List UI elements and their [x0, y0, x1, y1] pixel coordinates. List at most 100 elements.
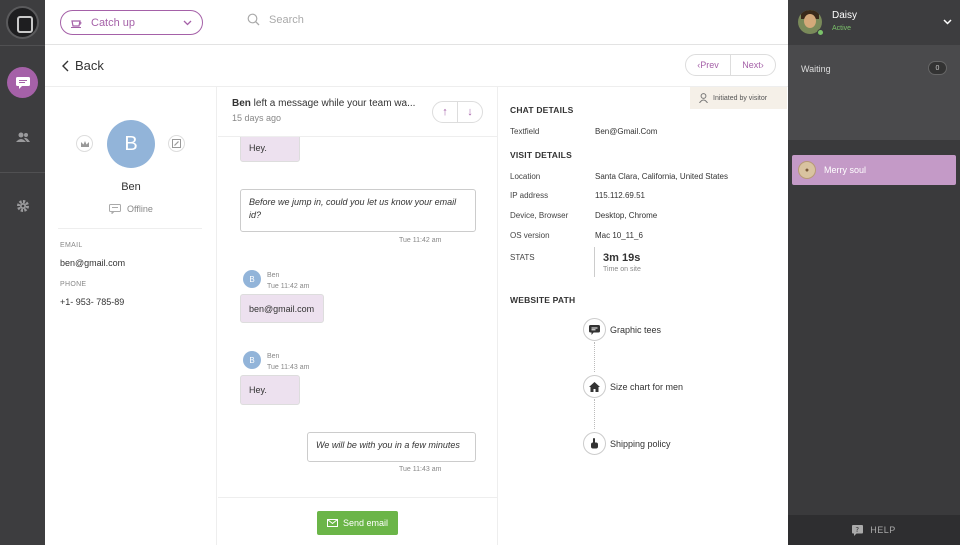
chat-message: Hey.: [240, 375, 300, 405]
coffee-cup-icon: [71, 19, 82, 28]
chat-bubble-icon: [15, 76, 30, 89]
chat-header: Ben left a message while your team wa...…: [218, 87, 497, 137]
back-button[interactable]: Back: [62, 58, 104, 73]
agent-header[interactable]: Daisy Active: [788, 0, 960, 45]
chat-details-title: CHAT DETAILS: [510, 105, 574, 115]
chat-header-title: Ben left a message while your team wa...: [232, 98, 420, 109]
location-value: Santa Clara, California, United States: [595, 172, 728, 181]
waiting-label: Waiting: [801, 64, 831, 74]
agent-panel: Daisy Active Waiting 0 ● Merry soul ? HE…: [788, 0, 960, 545]
back-button-label: Back: [75, 58, 104, 73]
status-dropdown[interactable]: Catch up: [60, 10, 203, 35]
time-on-site-value: 3m 19s: [603, 252, 641, 264]
visitor-details: Initiated by visitor CHAT DETAILS Textfi…: [499, 87, 788, 545]
next-button[interactable]: Next ›: [731, 55, 775, 75]
path-step: [583, 432, 606, 455]
message-time: Tue 11:42 am: [267, 283, 310, 290]
rail-divider: [0, 45, 45, 46]
message-time: Tue 11:42 am: [399, 237, 442, 244]
time-on-site-label: Time on site: [603, 266, 641, 273]
gear-icon: [16, 199, 29, 212]
crown-icon: [80, 140, 89, 147]
search-icon: [247, 13, 260, 26]
message-time: Tue 11:43 am: [267, 364, 310, 371]
chat-message: ben@gmail.com: [240, 294, 324, 323]
avatar-face: [804, 14, 816, 28]
left-rail: [0, 0, 45, 545]
location-key: Location: [510, 172, 541, 181]
edit-profile-button[interactable]: [168, 135, 185, 152]
visit-details-title: VISIT DETAILS: [510, 150, 572, 160]
visitor-profile: B Ben Offline EMAIL ben@gmail.com PHONE …: [45, 87, 217, 545]
chat-transcript: Ben left a message while your team wa...…: [218, 87, 498, 545]
help-icon: ?: [852, 524, 864, 536]
send-email-label: Send email: [342, 518, 389, 528]
visitor-name: Ben: [121, 181, 141, 193]
prev-button[interactable]: ‹ Prev: [686, 55, 730, 75]
profile-divider: [58, 228, 202, 229]
message-navigator: ↑ ↓: [432, 101, 483, 123]
message-sender: Ben: [267, 353, 280, 360]
app-logo[interactable]: [6, 6, 39, 39]
conversation-name: Merry soul: [824, 165, 867, 175]
help-button[interactable]: ? HELP: [788, 515, 960, 545]
device-key: Device, Browser: [510, 211, 569, 220]
pointer-hand-icon: [591, 438, 598, 449]
help-label: HELP: [870, 525, 896, 535]
visitors-nav-button[interactable]: [7, 121, 38, 152]
search-input[interactable]: Search: [269, 14, 304, 26]
online-status-dot: [817, 29, 824, 36]
agent-name: Daisy: [832, 10, 858, 21]
user-icon: ●: [798, 161, 816, 179]
send-email-button[interactable]: Send email: [317, 511, 398, 535]
chevron-down-icon[interactable]: [943, 19, 952, 25]
path-connector: [594, 399, 595, 429]
search-box[interactable]: Search: [247, 13, 304, 26]
os-value: Mac 10_11_6: [595, 231, 643, 240]
device-value: Desktop, Chrome: [595, 211, 658, 220]
phone-value: +1- 953- 785-89: [60, 297, 125, 307]
top-bar: Catch up Search: [45, 0, 788, 45]
initiated-badge: Initiated by visitor: [690, 87, 787, 109]
path-step: [583, 318, 606, 341]
edit-icon: [172, 139, 181, 148]
textfield-value: Ben@Gmail.Com: [595, 127, 658, 136]
conversation-list: ● Merry soul: [788, 140, 960, 515]
prev-next-pager: ‹ Prev Next ›: [685, 54, 776, 76]
conversation-nav-row: Back ‹ Prev Next ›: [45, 46, 788, 87]
chat-header-time: 15 days ago: [232, 113, 282, 123]
path-step-label: Shipping policy: [610, 439, 671, 449]
scroll-down-button[interactable]: ↓: [458, 102, 482, 122]
waiting-queue: Waiting 0: [788, 46, 960, 140]
arrow-up-icon: ↑: [442, 106, 448, 118]
sender-avatar: B: [243, 351, 261, 369]
envelope-icon: [326, 519, 338, 527]
chat-bubble-icon: [109, 204, 121, 214]
agent-status: Active: [832, 25, 852, 32]
prev-label: Prev: [700, 60, 719, 70]
chat-message: Before we jump in, could you let us know…: [240, 189, 476, 232]
app: Catch up Search Back ‹Prev Next› B Ben: [0, 0, 960, 545]
path-step: [583, 375, 606, 398]
conversation-item[interactable]: ● Merry soul: [792, 155, 956, 185]
user-icon: [699, 93, 708, 103]
chevron-left-icon: [62, 60, 69, 71]
chat-header-sender: Ben: [232, 98, 251, 109]
scroll-up-button[interactable]: ↑: [433, 102, 457, 122]
chat-header-text: left a message while your team wa...: [250, 98, 416, 109]
phone-label: PHONE: [60, 281, 87, 288]
message-time: Tue 11:43 am: [399, 466, 442, 473]
stats-key: STATS: [510, 253, 535, 262]
chat-message: We will be with you in a few minutes: [307, 432, 476, 462]
next-label: Next: [742, 60, 761, 70]
email-label: EMAIL: [60, 242, 83, 249]
ip-value: 115.112.69.51: [595, 191, 645, 200]
rail-divider: [0, 172, 45, 173]
svg-text:?: ?: [856, 526, 860, 534]
chat-message: Hey.: [240, 134, 300, 162]
chat-footer: Send email: [218, 497, 497, 545]
settings-nav-button[interactable]: [7, 190, 38, 221]
chat-bubble-icon: [589, 324, 600, 335]
vip-crown-button[interactable]: [76, 135, 93, 152]
chats-nav-button[interactable]: [7, 67, 38, 98]
